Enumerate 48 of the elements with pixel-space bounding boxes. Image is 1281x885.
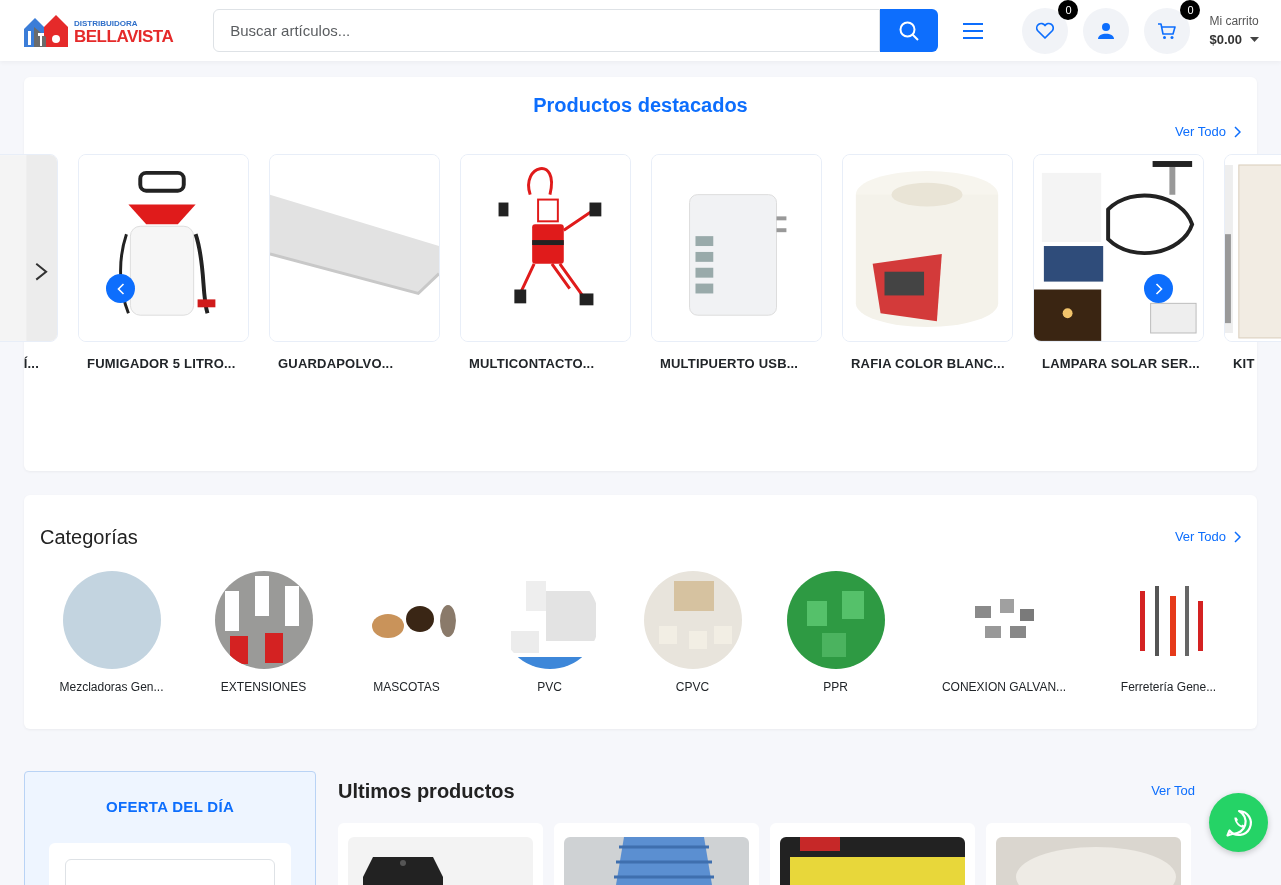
view-all-link[interactable]: Ver Todo xyxy=(1174,122,1241,142)
search-field[interactable]: Buscar artículos... xyxy=(213,9,880,52)
category-item[interactable]: PPR xyxy=(764,571,907,696)
count-badge: 0 xyxy=(1180,0,1201,20)
view-all-link[interactable]: Ver Tod xyxy=(1151,781,1195,801)
product-name[interactable]: KIT xyxy=(1224,341,1281,373)
cart-total: $0.00 xyxy=(1209,30,1242,49)
search-button[interactable] xyxy=(879,9,939,52)
product-card[interactable] xyxy=(338,823,543,885)
section-title: Ultimos productos xyxy=(338,779,515,803)
logo-icon xyxy=(22,12,70,49)
menu-button[interactable] xyxy=(962,21,985,40)
brand-name: BELLAVISTA xyxy=(74,27,174,45)
whatsapp-icon xyxy=(1223,807,1254,838)
chevron-right-icon xyxy=(1234,125,1241,138)
category-item[interactable]: EXTENSIONES xyxy=(192,571,335,696)
cart-icon xyxy=(1157,20,1178,41)
category-item[interactable]: PVC xyxy=(478,571,621,696)
product-name[interactable]: MULTIPUERTO USB... xyxy=(651,341,822,373)
section-title: Categorías xyxy=(40,525,138,549)
chevron-right-icon xyxy=(1234,531,1241,543)
deal-title: OFERTA DEL DÍA xyxy=(105,798,235,815)
section-title: Productos destacados xyxy=(533,93,748,117)
wishlist-button[interactable] xyxy=(1022,7,1069,54)
user-icon xyxy=(1096,20,1117,41)
category-item[interactable]: Mezcladoras Gen... xyxy=(40,571,183,696)
cart-button[interactable] xyxy=(1144,7,1191,54)
view-all-link[interactable]: Ver Todo xyxy=(1174,527,1241,547)
count-badge: 0 xyxy=(1058,0,1079,20)
category-item[interactable]: MASCOTAS xyxy=(335,571,478,696)
product-name[interactable]: GUARDAPOLVO... xyxy=(269,341,440,373)
product-name[interactable]: RAFIA COLOR BLANC... xyxy=(842,341,1013,373)
product-card[interactable] xyxy=(770,823,975,885)
product-name[interactable]: MULTICONTACTO... xyxy=(460,341,631,373)
heart-icon xyxy=(1035,20,1056,41)
category-item[interactable]: CPVC xyxy=(621,571,764,696)
cart-label: Mi carrito xyxy=(1209,12,1259,30)
brand-tagline: DISTRIBUIDORA xyxy=(74,19,139,28)
product-name[interactable]: Í... xyxy=(0,341,58,373)
chevron-left-icon xyxy=(116,282,125,295)
category-item[interactable]: CONEXION GALVAN... xyxy=(924,571,1084,696)
chevron-right-icon xyxy=(1154,282,1163,295)
product-name[interactable]: FUMIGADOR 5 LITRO... xyxy=(78,341,249,373)
caret-icon[interactable] xyxy=(1250,37,1259,42)
search-icon xyxy=(898,19,921,42)
product-name[interactable]: LAMPARA SOLAR SER... xyxy=(1033,341,1204,373)
menu-icon xyxy=(962,21,985,40)
category-item[interactable]: Ferretería Gene... xyxy=(1097,571,1240,696)
